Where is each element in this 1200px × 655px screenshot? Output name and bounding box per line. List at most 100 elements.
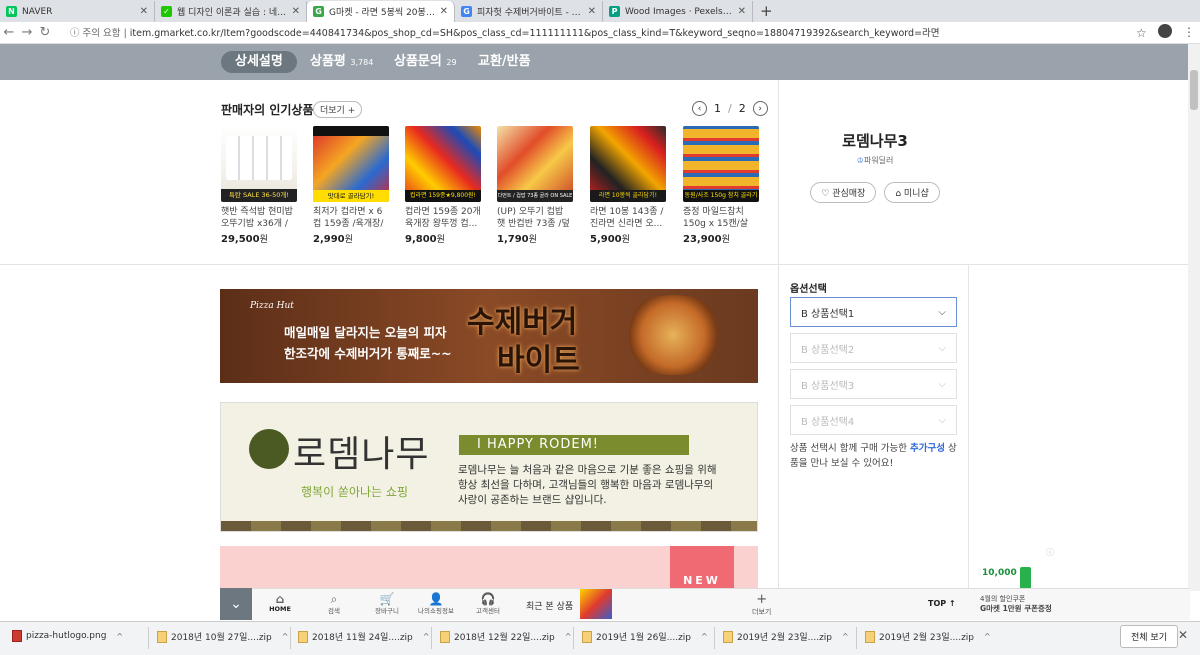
heart-icon: ♡	[821, 189, 830, 199]
back-icon[interactable]: ←	[0, 25, 18, 40]
close-tab-icon[interactable]: ✕	[588, 6, 596, 17]
bookmark-star-icon[interactable]: ☆	[1136, 26, 1147, 40]
image-file-icon	[12, 630, 22, 642]
product-name[interactable]: 최저가 컵라면 x 6컵 159종 /육개장/컵...	[313, 206, 389, 230]
user-icon: 👤	[428, 592, 444, 606]
nav-search[interactable]: ⌕ 검색	[312, 592, 356, 615]
popular-products-title: 판매자의 인기상품	[221, 103, 314, 117]
close-tab-icon[interactable]: ✕	[140, 6, 148, 17]
nav-customer-center[interactable]: 🎧 고객센터	[466, 592, 510, 615]
download-item[interactable]: 2018년 12월 22일....zip ^	[440, 630, 571, 643]
nav-more[interactable]: + 더보기	[752, 592, 771, 617]
tab-title: 웹 디자인 이론과 실습 : 네이버	[177, 8, 288, 18]
popular-more-button[interactable]: 더보기 +	[313, 101, 363, 118]
coupon-promo[interactable]: 4월의 할인쿠폰 G마켓 1만원 쿠폰증정	[980, 595, 1052, 614]
browser-tab-gmarket[interactable]: G G마켓 - 라면 5봉씩 20봉 골라담 ✕	[307, 1, 455, 22]
download-item[interactable]: 2019년 1월 26일....zip ^	[582, 630, 708, 643]
coupon-icon[interactable]	[1020, 567, 1031, 589]
favorite-store-button[interactable]: ♡ 관심매장	[810, 182, 877, 203]
browser-tab-google[interactable]: G 피자헛 수제버거바이트 - Google ✕	[455, 1, 603, 22]
scrollbar-thumb[interactable]	[1190, 70, 1198, 110]
zip-file-icon	[440, 630, 450, 643]
pexels-favicon-icon: P	[609, 6, 620, 17]
shop-icon: ⌂	[895, 189, 902, 199]
product-image[interactable]: 라면 10봉씩 골라담기!	[590, 126, 666, 202]
product-card[interactable]: 컵라면 159종★9,800원! 컵라면 159종 20개 육개장 왕뚜껑 컵.…	[405, 126, 481, 245]
product-name[interactable]: 라면 10봉 143종 / 진라면 신라면 오...	[590, 206, 666, 230]
scroll-top-button[interactable]: TOP ↑	[928, 599, 956, 608]
banner-headline2: 바이트	[497, 343, 580, 378]
prev-page-button[interactable]: ‹	[692, 101, 707, 116]
seller-name[interactable]: 로뎀나무3	[780, 130, 970, 151]
download-item[interactable]: 2018년 11월 24일....zip ^	[298, 630, 429, 643]
tab-exchange-return[interactable]: 교환/반품	[478, 51, 531, 73]
forward-icon[interactable]: →	[18, 25, 36, 40]
chevron-up-icon[interactable]: ^	[423, 632, 430, 641]
product-price: 29,500원	[221, 234, 268, 245]
new-tab-icon[interactable]: +	[760, 2, 773, 20]
tab-reviews[interactable]: 상품평 3,784	[310, 51, 373, 73]
decorative-stripe	[221, 521, 757, 531]
chevron-up-icon[interactable]: ^	[282, 632, 289, 641]
product-image[interactable]: 특탄 SALE 36-50개!	[221, 126, 297, 202]
recent-product-thumb[interactable]	[580, 589, 612, 619]
product-name[interactable]: (UP) 오뚜기 컵밥 햇 반컵반 73종 /덮밥...	[497, 206, 573, 230]
section-divider	[778, 80, 779, 265]
show-all-downloads-button[interactable]: 전체 보기	[1120, 625, 1178, 648]
browser-tab-naver-blog[interactable]: ✓ 웹 디자인 이론과 실습 : 네이버 ✕	[155, 1, 307, 22]
option-select-4[interactable]: B 상품선택4 ⌵	[790, 405, 957, 435]
product-card[interactable]: 동원/사조 150g 참치 골라기 증정 마일드참치 150g x 15캔/살코…	[683, 126, 759, 245]
profile-avatar-icon[interactable]	[1158, 24, 1172, 38]
next-page-button[interactable]: ›	[752, 101, 768, 116]
option-select-3[interactable]: B 상품선택3 ⌵	[790, 369, 957, 399]
reload-icon[interactable]: ↻	[36, 25, 54, 40]
url-field[interactable]: ⓘ 주의 요함 | item.gmarket.co.kr/Item?goodsc…	[70, 25, 1120, 39]
download-item[interactable]: 2019년 2월 23일....zip ^	[723, 630, 849, 643]
nav-my-shopping[interactable]: 👤 나의쇼핑정보	[414, 592, 458, 615]
close-tab-icon[interactable]: ✕	[738, 6, 746, 17]
detail-tab-nav: 상세설명 상품평 3,784 상품문의 29 교환/반품	[0, 44, 1188, 80]
tab-qna[interactable]: 상품문의 29	[394, 51, 457, 73]
product-card[interactable]: 다먼트 / 컵밥 73종 골라 ON SALE (UP) 오뚜기 컵밥 햇 반컵…	[497, 126, 573, 245]
option-select-1[interactable]: B 상품선택1 ⌵	[790, 297, 957, 327]
additional-items-link[interactable]: 추가구성	[910, 443, 945, 454]
nav-cart[interactable]: 🛒 장바구니	[365, 592, 409, 615]
menu-kebab-icon[interactable]: ⋮	[1183, 25, 1195, 39]
page-scrollbar[interactable]	[1188, 44, 1200, 591]
product-name[interactable]: 증정 마일드참치 150g x 15캔/살코...	[683, 206, 759, 230]
product-price: 1,790원	[497, 234, 537, 245]
download-item[interactable]: 2019년 2월 23일....zip ^	[865, 630, 991, 643]
chevron-up-icon[interactable]: ^	[984, 632, 991, 641]
info-icon[interactable]: ⓘ	[70, 28, 80, 39]
collapse-chevron-icon[interactable]: ⌄	[220, 588, 252, 620]
product-name[interactable]: 컵라면 159종 20개 육개장 왕뚜껑 컵...	[405, 206, 481, 230]
product-image[interactable]: 동원/사조 150g 참치 골라기	[683, 126, 759, 202]
product-image[interactable]: 맛대로 골라담기!	[313, 126, 389, 202]
product-card[interactable]: 맛대로 골라담기! 최저가 컵라면 x 6컵 159종 /육개장/컵... 2,…	[313, 126, 389, 245]
product-card[interactable]: 라면 10봉씩 골라담기! 라면 10봉 143종 / 진라면 신라면 오...…	[590, 126, 666, 245]
info-icon[interactable]: ⓘ	[1046, 547, 1054, 558]
nav-home[interactable]: ⌂ HOME	[258, 592, 302, 613]
product-name[interactable]: 햇반 즉석밥 현미밥 오뚜기밥 x36개 / ...	[221, 206, 297, 230]
browser-tab-pexels[interactable]: P Wood Images · Pexels · Free Sto ✕	[603, 1, 753, 22]
close-tab-icon[interactable]: ✕	[292, 6, 300, 17]
close-download-bar-icon[interactable]: ✕	[1178, 628, 1188, 642]
browser-tab-naver[interactable]: N NAVER ✕	[0, 1, 155, 22]
chevron-up-icon[interactable]: ^	[701, 632, 708, 641]
recent-viewed-label[interactable]: 최근 본 상품	[526, 599, 573, 612]
product-card[interactable]: 특탄 SALE 36-50개! 햇반 즉석밥 현미밥 오뚜기밥 x36개 / .…	[221, 126, 297, 245]
close-tab-icon[interactable]: ✕	[440, 6, 448, 17]
option-select-2[interactable]: B 상품선택2 ⌵	[790, 333, 957, 363]
download-item[interactable]: 2018년 10월 27일....zip ^	[157, 630, 288, 643]
chevron-up-icon[interactable]: ^	[565, 632, 572, 641]
download-item[interactable]: pizza-hutlogo.png ^	[12, 630, 123, 642]
coupon-amount[interactable]: 10,000	[982, 568, 1017, 578]
pizza-image	[615, 295, 731, 375]
tree-logo-icon	[249, 429, 289, 469]
chevron-up-icon[interactable]: ^	[116, 632, 123, 641]
chevron-up-icon[interactable]: ^	[842, 632, 849, 641]
product-image[interactable]: 다먼트 / 컵밥 73종 골라 ON SALE	[497, 126, 573, 202]
minishop-button[interactable]: ⌂ 미니샵	[884, 182, 940, 203]
tab-detail[interactable]: 상세설명	[221, 51, 297, 73]
product-image[interactable]: 컵라면 159종★9,800원!	[405, 126, 481, 202]
